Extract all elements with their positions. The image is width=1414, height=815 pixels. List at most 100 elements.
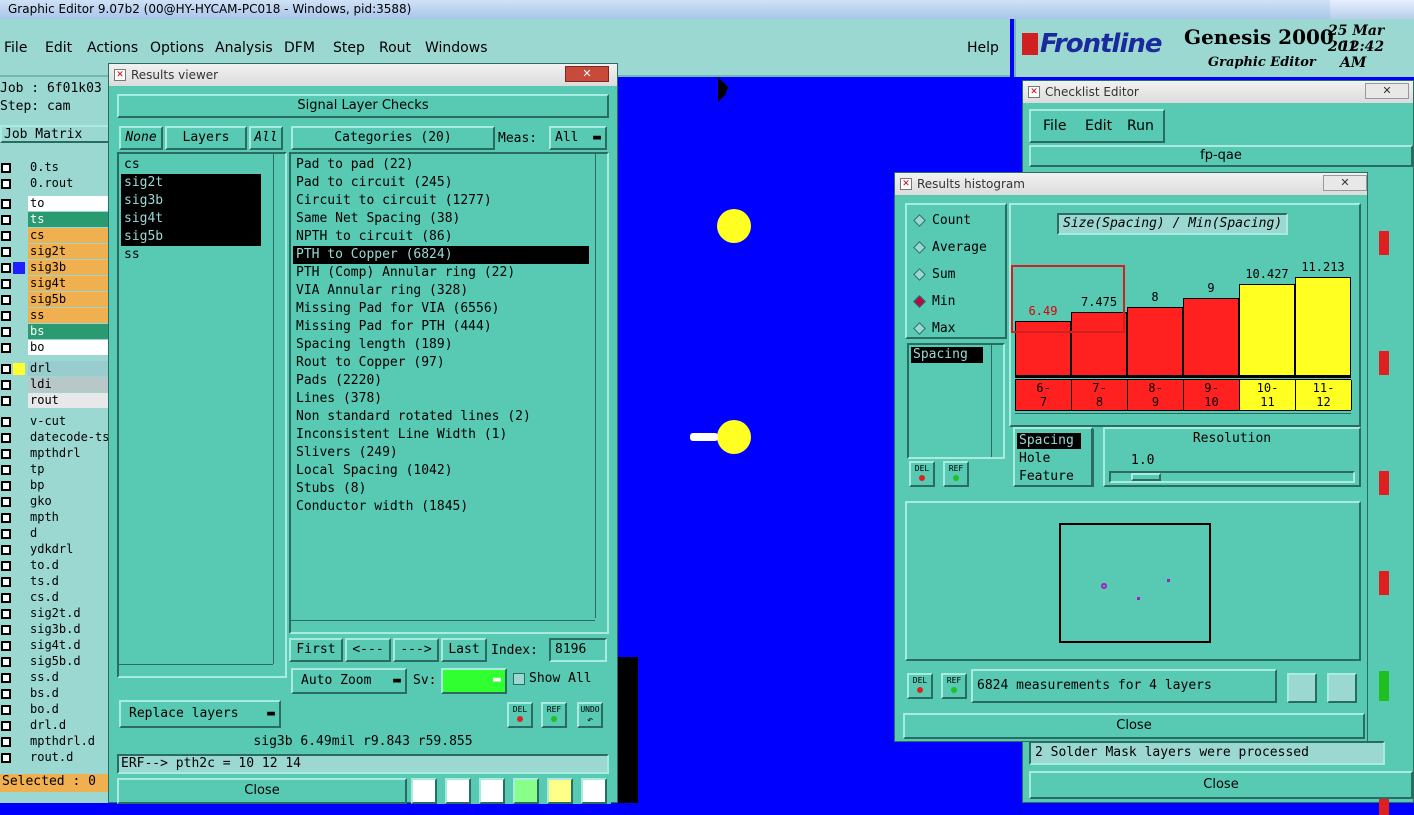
layer-row[interactable]: to.d [0,558,112,574]
layer-row[interactable]: d [0,526,112,542]
checklist-editor-titlebar[interactable]: ✕ Checklist Editor ✕ [1023,81,1413,103]
histogram-bin-label[interactable]: 7- 8 [1072,380,1128,410]
layer-checkbox[interactable] [1,179,11,189]
layer-checkbox[interactable] [1,705,11,715]
layer-row[interactable]: rout [0,393,112,409]
result-layer-item[interactable]: sig2t [121,174,261,192]
resolution-slider-handle[interactable] [1131,473,1161,481]
category-item[interactable]: Pad to circuit (245) [293,174,589,192]
layer-row[interactable]: to [0,196,112,212]
category-item[interactable]: Inconsistent Line Width (1) [293,426,589,444]
close-icon[interactable]: ✕ [1365,83,1409,99]
layer-checkbox[interactable] [1,380,11,390]
export-icon[interactable] [1287,673,1317,703]
layer-checkbox[interactable] [1,465,11,475]
close-button[interactable]: Close [117,778,407,804]
layer-row[interactable]: rout.d [0,750,112,766]
layer-row[interactable]: bs.d [0,686,112,702]
layer-row[interactable]: cs [0,228,112,244]
layer-row[interactable]: ts.d [0,574,112,590]
category-item[interactable]: Rout to Copper (97) [293,354,589,372]
category-item[interactable]: Stubs (8) [293,480,589,498]
layer-checkbox[interactable] [1,529,11,539]
category-item[interactable]: Missing Pad for PTH (444) [293,318,589,336]
layers-button[interactable]: Layers [165,126,247,150]
layer-checkbox[interactable] [1,343,11,353]
layer-checkbox[interactable] [1,641,11,651]
result-layer-item[interactable]: sig4t [121,210,261,228]
layer-row[interactable]: v-cut [0,414,112,430]
histogram-close-button[interactable]: Close [903,713,1365,739]
layer-checkbox[interactable] [1,417,11,427]
layer-row[interactable]: bo.d [0,702,112,718]
histogram-bin-label[interactable]: 11- 12 [1296,380,1352,410]
last-button[interactable]: Last [441,638,487,662]
window-controls[interactable] [1330,0,1414,19]
mode-average-radio[interactable]: Average [913,240,987,255]
category-item[interactable]: Local Spacing (1042) [293,462,589,480]
histogram-titlebar[interactable]: ✕ Results histogram ✕ [895,173,1367,195]
group-by-hole[interactable]: Hole [1019,451,1050,466]
layer-checkbox[interactable] [1,577,11,587]
mode-count-radio[interactable]: Count [913,213,971,228]
layer-checkbox[interactable] [1,215,11,225]
auto-zoom-dropdown[interactable]: Auto Zoom ▬ [291,668,407,694]
layer-row[interactable]: sig4t.d [0,638,112,654]
layer-checkbox[interactable] [1,481,11,491]
reject-icon[interactable] [479,778,505,804]
result-layer-item[interactable]: sig5b [121,228,261,246]
layer-row[interactable]: ss.d [0,670,112,686]
menu-edit[interactable]: Edit [45,40,72,56]
category-item[interactable]: VIA Annular ring (328) [293,282,589,300]
histogram-bin-label[interactable]: 8- 9 [1128,380,1184,410]
show-all-checkbox[interactable] [513,673,525,685]
histogram-bin-label[interactable]: 10- 11 [1240,380,1296,410]
histogram-bar[interactable] [1239,284,1295,377]
layer-row[interactable]: ts [0,212,112,228]
menu-help[interactable]: Help [967,40,999,56]
category-item[interactable]: Circuit to circuit (1277) [293,192,589,210]
category-item[interactable]: Conductor width (1845) [293,498,589,516]
group-by-feature[interactable]: Feature [1019,469,1074,484]
menu-analysis[interactable]: Analysis [215,40,273,56]
checklist-menu-edit[interactable]: Edit [1085,118,1112,134]
preview-del-button[interactable]: DEL [907,673,933,699]
layer-checkbox[interactable] [1,513,11,523]
layer-checkbox[interactable] [1,593,11,603]
group-by-spacing[interactable]: Spacing [1017,433,1081,449]
menu-actions[interactable]: Actions [87,40,138,56]
layer-checkbox[interactable] [1,295,11,305]
replace-layers-dropdown[interactable]: Replace layers ▬ [119,700,281,728]
layer-row[interactable]: cs.d [0,590,112,606]
layer-row[interactable]: bp [0,478,112,494]
result-layer-item[interactable]: cs [121,156,261,174]
layer-row[interactable]: bo [0,340,112,356]
category-item[interactable]: Spacing length (189) [293,336,589,354]
layer-row[interactable]: sig2t [0,244,112,260]
layer-row[interactable]: ss [0,308,112,324]
layer-list-scrollbar[interactable] [273,154,285,664]
category-item[interactable]: Pads (2220) [293,372,589,390]
layer-row[interactable]: mpth [0,510,112,526]
record-icon[interactable] [445,778,471,804]
layer-row[interactable]: mpthdrl.d [0,734,112,750]
mode-sum-radio[interactable]: Sum [913,267,955,282]
category-item[interactable]: Lines (378) [293,390,589,408]
layer-checkbox[interactable] [1,163,11,173]
layer-checkbox[interactable] [1,753,11,763]
layer-row[interactable]: gko [0,494,112,510]
histogram-bar[interactable] [1183,297,1239,377]
layer-row[interactable]: sig5b [0,292,112,308]
undo-button[interactable]: UNDO ↶ [577,702,603,728]
categories-button[interactable]: Categories (20) [291,126,495,150]
menu-file[interactable]: File [4,40,27,56]
histogram-bar[interactable] [1295,277,1351,377]
layer-checkbox[interactable] [1,279,11,289]
chart-hscrollbar[interactable] [1015,413,1351,425]
layer-checkbox[interactable] [1,433,11,443]
layer-row[interactable]: bs [0,324,112,340]
layer-row[interactable]: mpthdrl [0,446,112,462]
histogram-ref-button[interactable]: REF [943,461,969,487]
mode-max-radio[interactable]: Max [913,321,955,336]
sv-color-dropdown[interactable]: ▬ [441,668,507,694]
